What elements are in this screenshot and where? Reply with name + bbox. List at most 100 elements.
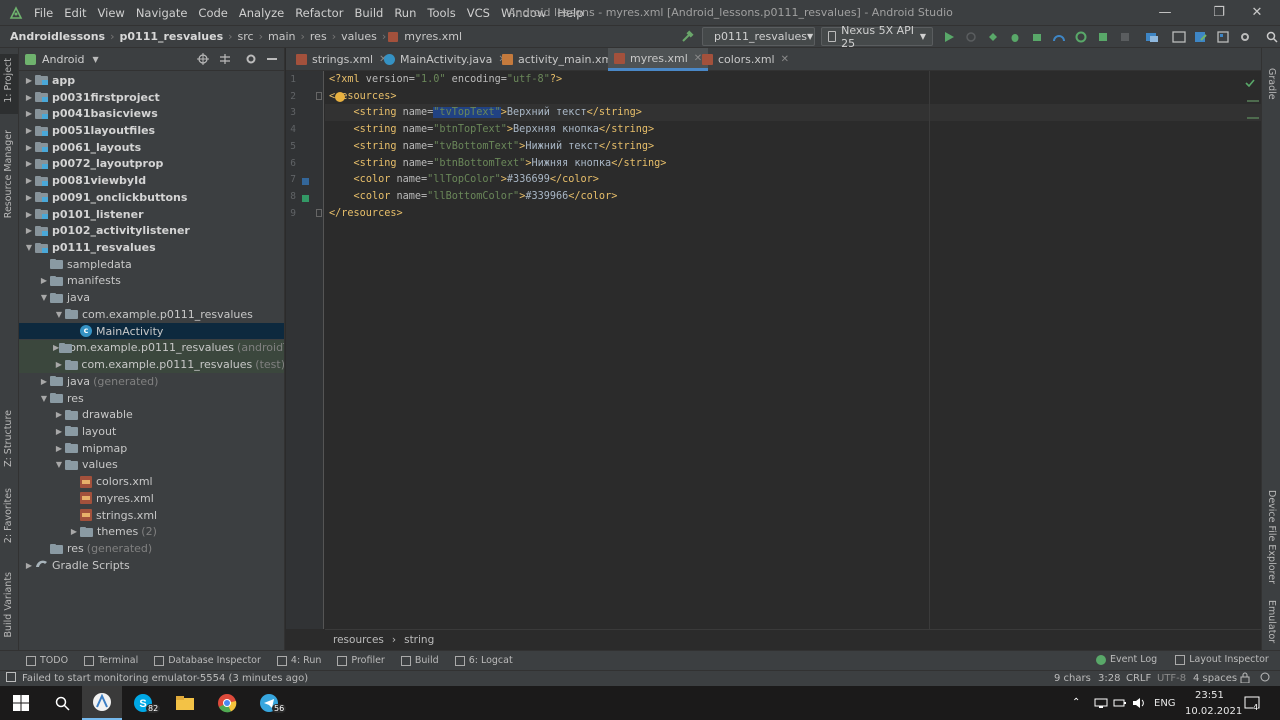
breadcrumb-item[interactable]: src [235,30,257,43]
fold-icon[interactable] [316,91,322,100]
volume-icon[interactable] [1132,697,1146,712]
color-swatch-icon[interactable] [302,178,309,186]
bottom-tool-6-logcat[interactable]: 6: Logcat [454,655,513,666]
menu-item-analyze[interactable]: Analyze [235,6,288,20]
run-icon[interactable] [939,27,959,47]
bottom-tool-profiler[interactable]: Profiler [337,655,385,666]
rerun-icon[interactable] [961,27,981,47]
breadcrumb-item[interactable]: myres.xml [401,30,465,43]
collapsed-arrow-icon[interactable]: ▶ [23,226,35,235]
tab-device-file-explorer[interactable]: Device File Explorer [1266,490,1277,584]
collapsed-arrow-icon[interactable]: ▶ [23,176,35,185]
chevron-down-icon[interactable]: ▼ [93,55,99,64]
breadcrumb-resources[interactable]: resources [333,634,384,646]
collapsed-arrow-icon[interactable]: ▶ [53,360,65,369]
taskbar-chrome[interactable] [206,686,248,720]
tree-item[interactable]: ▼ com.example.p0111_resvalues [19,306,284,323]
tree-item[interactable]: ▼ res [19,390,284,407]
tree-item[interactable]: sampledata [19,256,284,273]
tree-item[interactable]: c MainActivity [19,322,284,340]
collapsed-arrow-icon[interactable]: ▶ [23,193,35,202]
taskbar-telegram[interactable]: 56 [248,686,290,720]
tree-item[interactable]: colors.xml [19,473,284,490]
avd-manager-icon[interactable] [1169,27,1189,47]
tree-item[interactable]: ▶ p0051layoutfiles [19,122,284,139]
menu-item-run[interactable]: Run [390,6,420,20]
attach-process-icon[interactable] [1093,27,1113,47]
windows-start-icon[interactable] [0,686,42,720]
language-indicator[interactable]: ENG [1154,698,1176,709]
run-config-select[interactable]: p0111_resvalues ▼ [702,27,815,46]
color-swatch-icon[interactable] [302,195,309,203]
tree-item[interactable]: strings.xml [19,507,284,524]
tree-item[interactable]: ▶ p0102_activitylistener [19,222,284,239]
stop-icon[interactable] [1115,27,1135,47]
tree-item[interactable]: ▶ manifests [19,273,284,290]
collapse-all-icon[interactable] [219,53,231,68]
tab-resource-manager[interactable]: Resource Manager [3,130,14,218]
breadcrumb-item[interactable]: main [265,30,298,43]
menu-item-tools[interactable]: Tools [423,6,459,20]
tree-item[interactable]: ▶ app [19,72,284,89]
collapsed-arrow-icon[interactable]: ▶ [68,527,80,536]
collapsed-arrow-icon[interactable]: ▶ [23,143,35,152]
inspector-icon[interactable] [1260,672,1270,685]
breadcrumb-item[interactable]: Androidlessons [7,30,108,43]
device-select[interactable]: Nexus 5X API 25 ▼ [821,24,933,50]
tab-colors-xml[interactable]: colors.xml ✕ [696,48,795,71]
menu-item-code[interactable]: Code [194,6,231,20]
status-indent[interactable]: 4 spaces [1193,673,1237,684]
coverage-icon[interactable] [1071,27,1091,47]
tree-item[interactable]: ▶ layout [19,423,284,440]
minimize-button[interactable]: — [1142,0,1188,25]
hammer-icon[interactable] [677,27,697,47]
bottom-tool-event-log[interactable]: Event Log [1096,654,1157,665]
expanded-arrow-icon[interactable]: ▼ [38,293,50,302]
close-button[interactable]: ✕ [1234,0,1280,25]
status-position[interactable]: 3:28 [1098,673,1120,684]
tree-item[interactable]: ▼ p0111_resvalues [19,239,284,256]
tree-item[interactable]: ▼ java [19,289,284,306]
collapsed-arrow-icon[interactable]: ▶ [53,444,65,453]
code-editor[interactable]: <?xml version="1.0" encoding="utf-8"?> <r… [325,71,1261,629]
tab-emulator[interactable]: Emulator [1266,600,1277,643]
collapsed-arrow-icon[interactable]: ▶ [23,76,35,85]
collapsed-arrow-icon[interactable]: ▶ [38,377,50,386]
collapsed-arrow-icon[interactable]: ▶ [53,410,65,419]
sync-icon[interactable] [1142,27,1162,47]
breadcrumb-item[interactable]: values [338,30,380,43]
tree-item[interactable]: ▶ drawable [19,406,284,423]
debug-icon[interactable] [1005,27,1025,47]
profile-icon[interactable] [1049,27,1069,47]
tree-item[interactable]: ▶ p0031firstproject [19,89,284,106]
status-line-separator[interactable]: CRLF [1126,673,1151,684]
menu-item-edit[interactable]: Edit [60,6,90,20]
tree-item[interactable]: ▶ java (generated) [19,373,284,390]
notifications-icon[interactable]: 4 [1244,695,1260,714]
collapsed-arrow-icon[interactable]: ▶ [23,210,35,219]
collapsed-arrow-icon[interactable]: ▶ [23,93,35,102]
tree-item[interactable]: ▶ mipmap [19,440,284,457]
bottom-tool-build[interactable]: Build [400,655,439,666]
collapsed-arrow-icon[interactable]: ▶ [23,109,35,118]
view-mode-select[interactable]: Android [42,53,85,66]
expanded-arrow-icon[interactable]: ▼ [38,394,50,403]
taskbar-android-studio[interactable] [82,686,122,720]
bottom-tool-database-inspector[interactable]: Database Inspector [154,655,261,666]
tree-item[interactable]: ▶ p0091_onclickbuttons [19,189,284,206]
menu-item-navigate[interactable]: Navigate [132,6,192,20]
menu-item-view[interactable]: View [94,6,129,20]
menu-item-build[interactable]: Build [350,6,387,20]
search-icon[interactable] [1262,27,1280,47]
intention-bulb-icon[interactable] [335,91,345,102]
apply-changes-icon[interactable] [983,27,1003,47]
tree-item[interactable]: ▼ values [19,457,284,474]
collapsed-arrow-icon[interactable]: ▶ [38,276,50,285]
menu-item-refactor[interactable]: Refactor [291,6,347,20]
tab-structure[interactable]: Z: Structure [3,410,14,467]
bottom-tool-terminal[interactable]: Terminal [84,655,138,666]
collapsed-arrow-icon[interactable]: ▶ [23,126,35,135]
sdk-manager-icon[interactable] [1191,27,1211,47]
tab-gradle[interactable]: Gradle [1266,68,1277,100]
expanded-arrow-icon[interactable]: ▼ [53,460,65,469]
